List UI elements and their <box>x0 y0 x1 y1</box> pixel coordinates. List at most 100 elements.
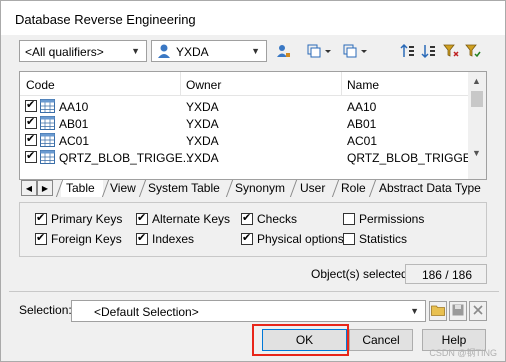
tab-role[interactable]: Role <box>341 180 366 197</box>
row-name: AB01 <box>347 117 377 131</box>
tab-separator <box>225 180 234 197</box>
chevron-down-icon: ▼ <box>410 306 419 316</box>
selection-value: <Default Selection> <box>94 305 199 319</box>
owner-value: YXDA <box>176 45 209 59</box>
row-owner: YXDA <box>186 134 219 148</box>
option-label: Indexes <box>152 232 195 246</box>
table-icon <box>40 150 55 164</box>
row-name: AC01 <box>347 134 378 148</box>
table-icon <box>40 116 55 130</box>
close-icon <box>472 304 484 319</box>
row-code: AC01 <box>59 134 90 148</box>
table-row[interactable]: AB01 YXDA AB01 <box>20 115 468 132</box>
row-owner: YXDA <box>186 151 219 165</box>
objects-selected-label: Object(s) selected: <box>311 267 412 281</box>
column-header-name[interactable]: Name <box>347 78 379 92</box>
sort-descending-icon[interactable] <box>419 41 439 61</box>
table-row[interactable]: AA10 YXDA AA10 <box>20 98 468 115</box>
delete-selection-button[interactable] <box>469 301 487 321</box>
tab-separator <box>368 180 377 197</box>
tab-separator <box>289 180 298 197</box>
tab-scroll-left-icon[interactable]: ◀ <box>21 180 37 196</box>
row-code: QRTZ_BLOB_TRIGGE... <box>59 151 193 165</box>
tab-user[interactable]: User <box>300 180 325 197</box>
checkbox[interactable] <box>343 233 355 245</box>
save-selection-button[interactable] <box>449 301 467 321</box>
checkbox[interactable] <box>35 211 47 225</box>
row-code: AB01 <box>59 117 89 131</box>
row-code: AA10 <box>59 100 89 114</box>
row-owner: YXDA <box>186 100 219 114</box>
object-type-tabs: ◀ ▶ Table View System Table Synonym User… <box>19 180 487 198</box>
tab-view[interactable]: View <box>110 180 136 197</box>
row-owner: YXDA <box>186 117 219 131</box>
row-checkbox[interactable] <box>25 98 37 112</box>
tab-scroll-right-icon[interactable]: ▶ <box>37 180 53 196</box>
option-label: Foreign Keys <box>51 232 122 246</box>
filter-icon[interactable] <box>441 41 461 61</box>
row-name: QRTZ_BLOB_TRIGGERS <box>347 151 487 165</box>
deselect-all-icon[interactable] <box>341 41 369 61</box>
object-list[interactable]: Code Owner Name AA10 YXDA AA10 AB01 YXDA… <box>19 71 487 180</box>
option-label: Statistics <box>359 232 408 246</box>
option-label: Alternate Keys <box>152 212 231 226</box>
tab-separator <box>331 180 340 197</box>
selection-select[interactable]: <Default Selection> ▼ <box>71 300 426 322</box>
row-checkbox[interactable] <box>25 132 37 146</box>
checkbox[interactable] <box>35 231 47 245</box>
user-icon <box>156 43 172 62</box>
dialog-window: Database Reverse Engineering <All qualif… <box>0 0 506 362</box>
qualifier-select[interactable]: <All qualifiers> ▼ <box>19 40 147 62</box>
scroll-thumb[interactable] <box>471 91 483 107</box>
checkbox[interactable] <box>241 211 253 225</box>
row-checkbox[interactable] <box>25 115 37 129</box>
folder-icon <box>431 304 445 319</box>
column-divider <box>180 72 181 96</box>
objects-selected-value: 186 / 186 <box>421 268 472 282</box>
tab-synonym[interactable]: Synonym <box>235 180 285 197</box>
dialog-title: Database Reverse Engineering <box>15 12 196 27</box>
option-label: Permissions <box>359 212 425 226</box>
vertical-scrollbar[interactable]: ▲ ▼ <box>468 72 486 179</box>
selection-label: Selection: <box>19 303 72 317</box>
tab-separator <box>138 180 147 197</box>
select-user-icon[interactable] <box>273 41 293 61</box>
select-all-icon[interactable] <box>305 41 333 61</box>
save-icon <box>452 304 464 319</box>
list-header: Code Owner Name <box>20 72 468 96</box>
tab-table[interactable]: Table <box>61 180 103 197</box>
checkbox[interactable] <box>241 231 253 245</box>
row-name: AA10 <box>347 100 377 114</box>
checkbox[interactable] <box>136 231 148 245</box>
checkbox[interactable] <box>136 211 148 225</box>
column-header-owner[interactable]: Owner <box>186 78 221 92</box>
ok-highlight-box <box>252 324 349 356</box>
table-icon <box>40 133 55 147</box>
cancel-button[interactable]: Cancel <box>349 329 413 351</box>
owner-select[interactable]: YXDA ▼ <box>151 40 267 62</box>
scroll-up-icon[interactable]: ▲ <box>472 76 481 86</box>
table-row[interactable]: QRTZ_BLOB_TRIGGE... YXDA QRTZ_BLOB_TRIGG… <box>20 149 486 166</box>
title-bar: Database Reverse Engineering <box>1 1 505 35</box>
objects-selected-count: 186 / 186 <box>405 264 487 284</box>
scroll-down-icon[interactable]: ▼ <box>472 148 481 158</box>
sort-ascending-icon[interactable] <box>398 41 418 61</box>
row-checkbox[interactable] <box>25 149 37 163</box>
open-folder-button[interactable] <box>429 301 447 321</box>
table-row[interactable]: AC01 YXDA AC01 <box>20 132 468 149</box>
table-icon <box>40 99 55 113</box>
options-panel: Primary Keys Alternate Keys Checks Permi… <box>19 202 487 257</box>
column-divider <box>341 72 342 96</box>
watermark: CSDN @钢TING <box>429 348 497 358</box>
filter-apply-icon[interactable] <box>463 41 483 61</box>
option-label: Primary Keys <box>51 212 123 226</box>
chevron-down-icon: ▼ <box>131 46 140 56</box>
chevron-down-icon: ▼ <box>251 46 260 56</box>
column-header-code[interactable]: Code <box>26 78 55 92</box>
divider <box>9 291 499 292</box>
option-label: Checks <box>257 212 298 226</box>
tab-abstract-data-type[interactable]: Abstract Data Type <box>379 180 481 197</box>
checkbox[interactable] <box>343 213 355 225</box>
tab-system-table[interactable]: System Table <box>148 180 220 197</box>
option-label: Physical options <box>257 232 344 246</box>
